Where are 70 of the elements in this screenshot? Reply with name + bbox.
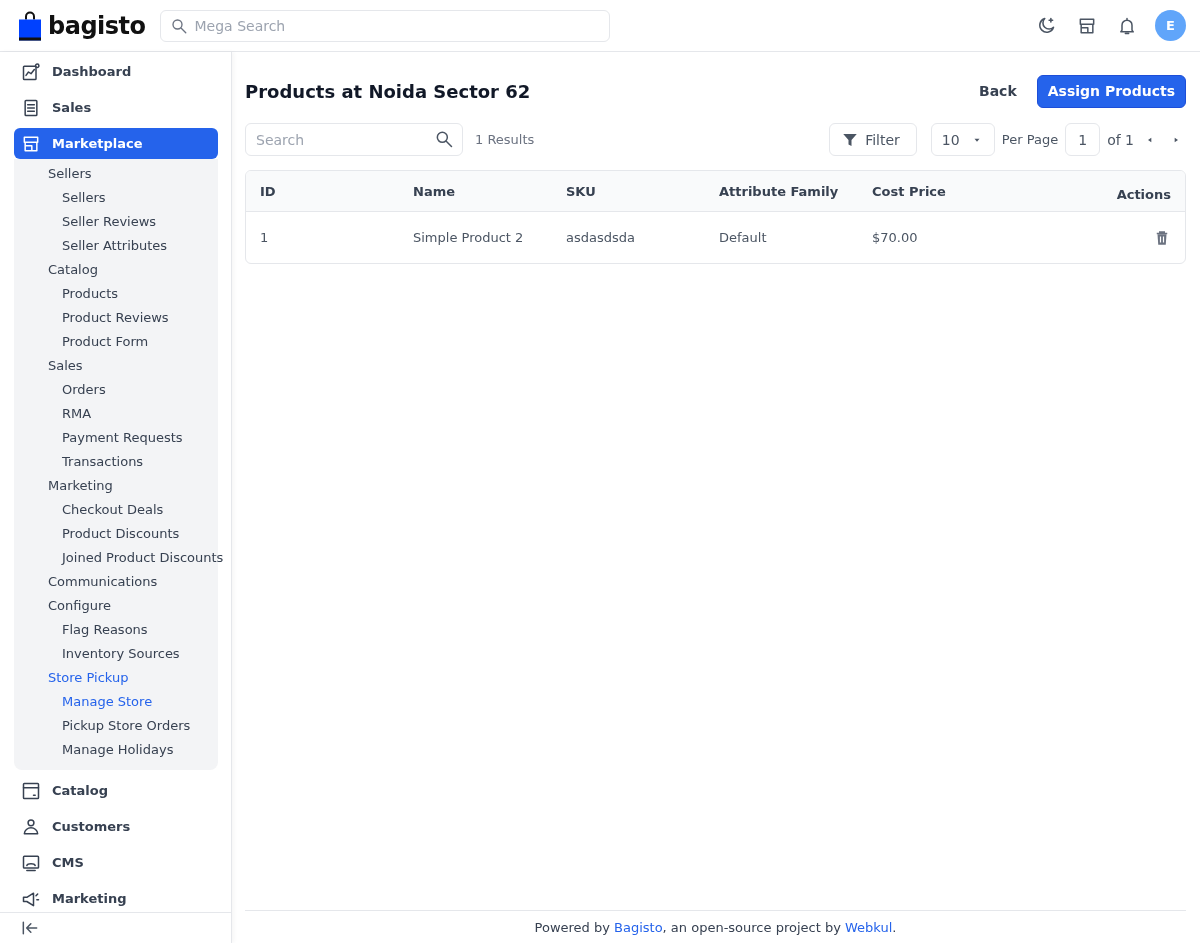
moon-icon[interactable] [1036, 15, 1057, 36]
submenu-item[interactable]: Product Form [14, 330, 149, 354]
filter-button[interactable]: Filter [829, 123, 917, 156]
submenu-item[interactable]: Seller Attributes [14, 234, 168, 258]
submenu-item[interactable]: Manage Store [14, 690, 153, 714]
search-field[interactable]: Mega Search [159, 9, 610, 42]
search-field[interactable]: Search [245, 123, 463, 156]
submenu-item[interactable]: Flag Reasons [14, 618, 148, 642]
footer-link[interactable]: Webkul [845, 919, 893, 935]
sidebar-item[interactable]: Marketplace [14, 128, 218, 159]
sidebar-item[interactable]: Sales [14, 92, 218, 123]
table-cell-text: asdasdsda [566, 230, 636, 245]
search-icon [434, 129, 454, 149]
submenu-item[interactable]: Seller Reviews [14, 210, 157, 234]
sidebar-item[interactable]: Marketing [14, 883, 218, 912]
search-icon [169, 16, 188, 35]
submenu-item[interactable]: Checkout Deals [14, 498, 164, 522]
submenu-item[interactable]: Orders [14, 378, 106, 402]
table-cell-text: Default [719, 230, 768, 245]
sidebar-item[interactable]: Catalog [14, 775, 218, 806]
submenu-item[interactable]: Sellers [14, 162, 92, 186]
submenu-item[interactable]: Manage Holidays [14, 738, 174, 762]
submenu-item[interactable]: Sellers [14, 186, 106, 210]
collapse-icon[interactable] [20, 918, 40, 938]
per-page-select[interactable]: 10 [930, 123, 995, 156]
column-header: Name [413, 183, 456, 199]
back-button[interactable]: Back [969, 75, 1027, 107]
document-icon [21, 97, 41, 118]
assign-products-button[interactable]: Assign Products [1036, 74, 1186, 108]
submenu-item[interactable]: Marketing [14, 474, 113, 498]
submenu-item[interactable]: Product Reviews [14, 306, 169, 330]
table-cell-text: $70.00 [872, 230, 919, 245]
column-header: Attribute Family [719, 183, 840, 199]
column-header: ID [260, 183, 277, 199]
submenu-item[interactable]: Payment Requests [14, 426, 183, 450]
submenu-item[interactable]: Pickup Store Orders [14, 714, 191, 738]
submenu-item[interactable]: Communications [14, 570, 158, 594]
submenu-item[interactable]: Transactions [14, 450, 144, 474]
submenu-item[interactable]: Store Pickup [14, 666, 129, 690]
submenu-item[interactable]: Products [14, 282, 119, 306]
column-header: SKU [566, 183, 597, 199]
next-page-icon[interactable] [1172, 135, 1180, 144]
submenu-item[interactable]: Sales [14, 354, 83, 378]
footer-link[interactable]: Bagisto [614, 919, 663, 935]
sidebar-item[interactable]: Dashboard [14, 56, 218, 87]
table-cell-text: 1 [260, 230, 270, 245]
page-title: Products at Noida Sector 62 [245, 80, 532, 102]
table-cell-text: Simple Product 2 [413, 230, 525, 245]
logo[interactable]: bagisto [48, 11, 146, 40]
column-header: Actions [1116, 185, 1171, 202]
sidebar-item[interactable]: CMS [14, 847, 218, 878]
submenu-item[interactable]: Configure [14, 594, 111, 618]
person-icon [21, 816, 41, 837]
column-header: Cost Price [872, 183, 947, 199]
footer-text: Powered by Bagisto, an open-source project by Webkul. [534, 919, 897, 935]
sidebar-item[interactable]: Customers [14, 811, 218, 842]
bell-icon[interactable] [1117, 15, 1137, 36]
previous-page-icon[interactable] [1146, 135, 1154, 144]
submenu-item[interactable]: RMA [14, 402, 92, 426]
submenu-item[interactable]: Catalog [14, 258, 98, 282]
results-count: 1 Results [475, 132, 536, 147]
submenu-item[interactable]: Product Discounts [14, 522, 180, 546]
per-page-label: Per Page [1001, 132, 1059, 147]
submenu-item[interactable]: Inventory Sources [14, 642, 180, 666]
page-input[interactable]: 1 [1065, 123, 1101, 156]
chart-icon [21, 61, 41, 82]
submenu-item[interactable]: Joined Product Discounts [14, 546, 224, 570]
page-total: of 1 [1107, 131, 1134, 148]
bag-icon [18, 9, 42, 42]
window-icon [21, 780, 41, 801]
